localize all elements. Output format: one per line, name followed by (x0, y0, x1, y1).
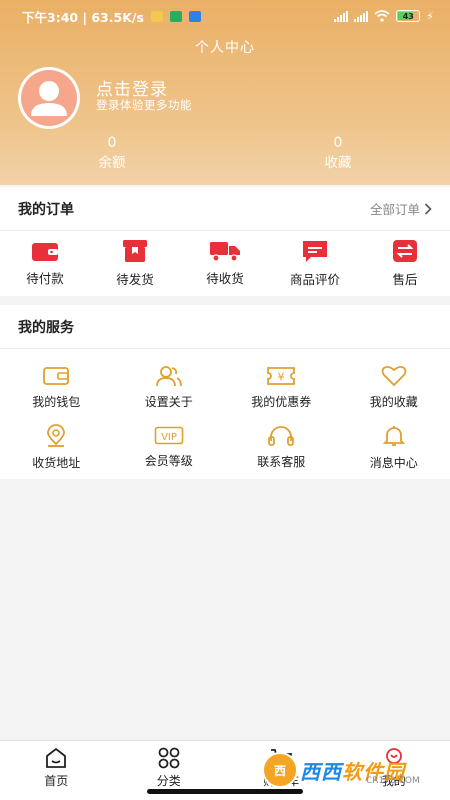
service-favorites[interactable]: 我的收藏 (338, 357, 450, 417)
order-label: 商品评价 (289, 271, 340, 287)
home-icon (46, 747, 67, 768)
service-label: 设置关于 (144, 394, 193, 409)
service-label: 我的收藏 (369, 394, 418, 409)
chevron-right-icon (424, 202, 432, 215)
message-icon (303, 240, 327, 262)
order-label: 待收货 (206, 270, 244, 286)
charging-icon: ⚡ (426, 9, 434, 23)
service-messages[interactable]: 消息中心 (338, 417, 450, 477)
order-label: 待发货 (116, 271, 154, 287)
app-notification-icon (169, 10, 182, 22)
service-label: 会员等级 (144, 453, 193, 468)
order-review[interactable]: 商品评价 (270, 231, 360, 295)
battery-icon: 43 (396, 10, 421, 22)
svg-text:¥: ¥ (278, 370, 285, 383)
service-address[interactable]: 收货地址 (0, 417, 113, 477)
services-card: 我的服务 我的钱包 设置关于 ¥ 我的优惠券 我的收藏 收货地址 VIP 会员等… (0, 305, 450, 479)
services-title: 我的服务 (18, 319, 74, 336)
wifi-icon (374, 10, 390, 22)
status-time: 下午3:40 | 63.5K/s (22, 9, 144, 25)
service-vip-level[interactable]: VIP 会员等级 (113, 417, 226, 477)
coupon-icon: ¥ (267, 366, 296, 385)
wallet-icon (43, 366, 70, 385)
balance-stat[interactable]: 0 余额 (62, 133, 162, 173)
heart-icon (381, 365, 407, 386)
package-icon (123, 239, 147, 262)
service-label: 消息中心 (369, 455, 418, 470)
service-label: 收货地址 (32, 455, 81, 470)
users-icon (155, 365, 182, 386)
truck-icon (210, 241, 240, 262)
headset-icon (268, 425, 295, 446)
grid-icon (158, 747, 180, 769)
signal-icon-2 (354, 10, 369, 22)
tab-label: 首页 (44, 774, 69, 788)
favorites-value: 0 (333, 135, 343, 151)
tab-home[interactable]: 首页 (0, 741, 113, 800)
orders-header: 我的订单 全部订单 (0, 187, 450, 231)
bell-icon (382, 425, 405, 446)
orders-card: 我的订单 全部订单 待付款 待发货 待收货 商品评价 售后 (0, 187, 450, 296)
service-customer-support[interactable]: 联系客服 (225, 417, 338, 477)
user-avatar-icon (31, 81, 67, 116)
exchange-icon (393, 239, 417, 262)
vip-icon: VIP (154, 426, 184, 444)
order-pending-payment[interactable]: 待付款 (0, 231, 90, 295)
order-pending-shipment[interactable]: 待发货 (90, 231, 180, 295)
service-label: 我的钱包 (32, 394, 81, 409)
status-bar: 下午3:40 | 63.5K/s 43 ⚡ (22, 6, 434, 26)
favorites-stat[interactable]: 0 收藏 (288, 133, 388, 173)
location-icon (47, 423, 66, 447)
watermark-subtext: CR173.COM (366, 776, 420, 786)
balance-value: 0 (107, 135, 117, 151)
orders-title: 我的订单 (18, 201, 74, 218)
wallet-icon (32, 242, 58, 261)
site-watermark-logo: 西 西西软件园 CR173.COM (262, 748, 442, 792)
svg-text:VIP: VIP (161, 432, 177, 443)
service-wallet[interactable]: 我的钱包 (0, 357, 113, 417)
order-pending-receipt[interactable]: 待收货 (180, 231, 270, 295)
services-header: 我的服务 (0, 305, 450, 349)
balance-label: 余额 (98, 155, 126, 171)
all-orders-link[interactable]: 全部订单 (370, 199, 432, 218)
app-notification-icon-2 (188, 10, 201, 22)
tab-label: 分类 (156, 774, 181, 788)
profile-header: 下午3:40 | 63.5K/s 43 ⚡ 个人中心 点击登录 登录体验更多功能… (0, 0, 450, 185)
login-subtitle: 登录体验更多功能 (96, 98, 192, 112)
order-after-sales[interactable]: 售后 (360, 231, 450, 295)
service-settings[interactable]: 设置关于 (113, 357, 226, 417)
signal-icon (334, 10, 349, 22)
favorites-label: 收藏 (324, 155, 352, 171)
order-label: 待付款 (26, 270, 64, 286)
notification-icon (150, 10, 163, 22)
home-indicator (147, 789, 303, 794)
watermark-badge: 西 (262, 752, 298, 788)
page-title: 个人中心 (195, 40, 255, 56)
service-coupons[interactable]: ¥ 我的优惠券 (225, 357, 338, 417)
avatar[interactable] (18, 67, 80, 129)
service-label: 我的优惠券 (251, 394, 312, 409)
service-label: 联系客服 (257, 454, 306, 469)
order-label: 售后 (392, 271, 418, 287)
